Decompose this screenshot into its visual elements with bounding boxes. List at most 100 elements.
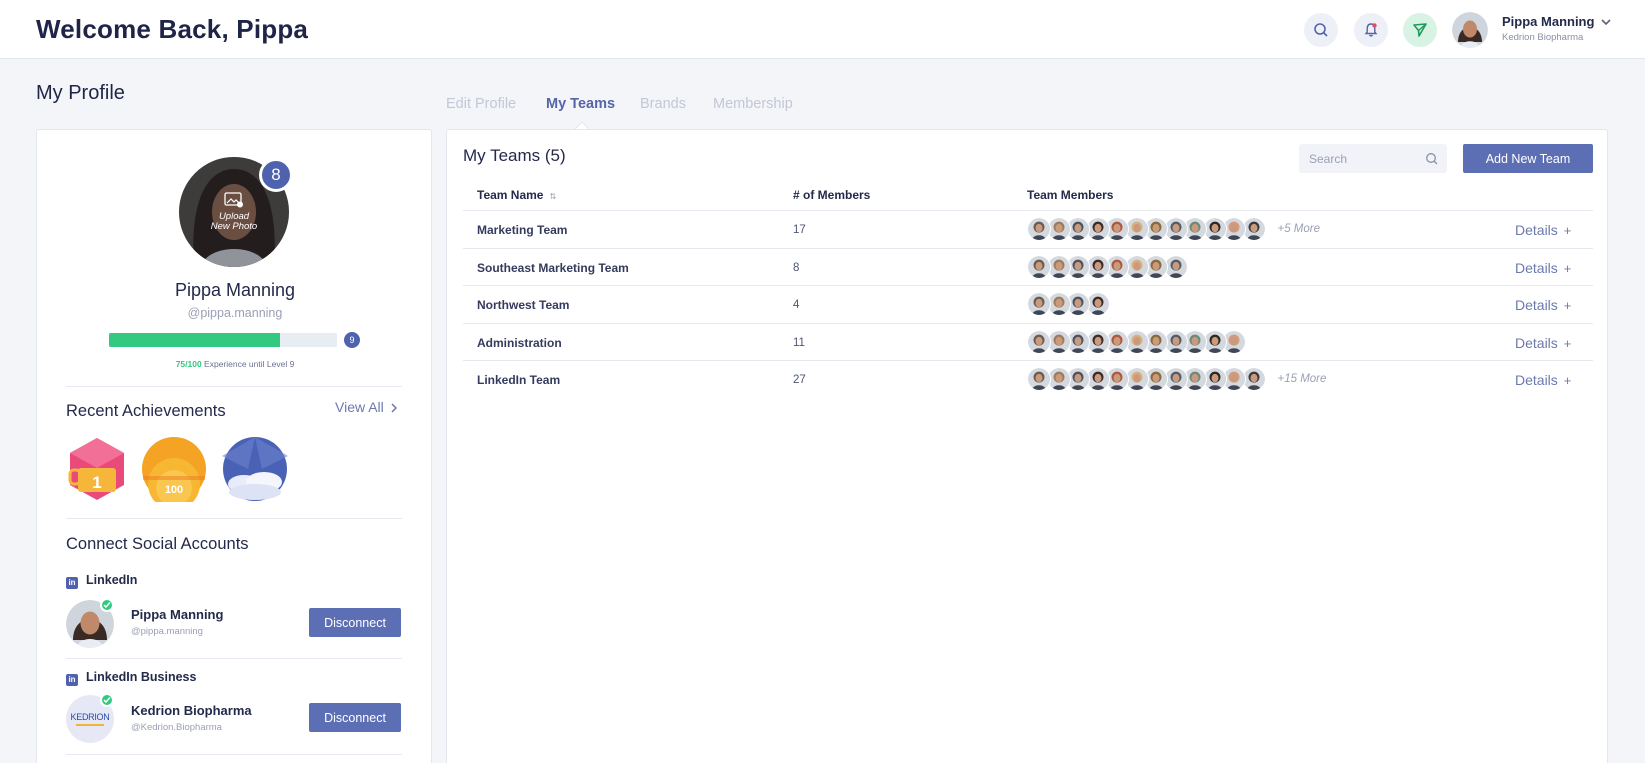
linkedin-icon: in (66, 577, 78, 589)
add-new-team-button[interactable]: Add New Team (1463, 144, 1593, 173)
member-count-cell: 11 (793, 336, 805, 349)
next-level-badge: 9 (344, 332, 360, 348)
team-search-input[interactable] (1309, 150, 1419, 168)
badge-1-text: 1 (92, 473, 101, 492)
linkedin-business-label: in LinkedIn Business (66, 670, 196, 686)
team-name-cell[interactable]: Southeast Marketing Team (477, 261, 629, 275)
more-members-link[interactable]: +5 More (1278, 223, 1321, 235)
team-name-header-text: Team Name (477, 188, 544, 202)
welcome-title: Welcome Back, Pippa (36, 14, 309, 44)
user-avatar[interactable] (1452, 12, 1488, 48)
linkedin-account-name: Pippa Manning (131, 607, 224, 622)
badge-2-text: 100 (165, 484, 183, 496)
send-icon (1413, 23, 1427, 37)
search-button[interactable] (1304, 13, 1338, 47)
kedrion-logo-text: KEDRION (70, 712, 110, 722)
column-header-team-name[interactable]: Team Name ⇅ (477, 188, 556, 202)
kedrion-logo-stripe (76, 724, 104, 726)
details-button[interactable]: Details + (1515, 297, 1571, 313)
profile-card: Upload New Photo 8 Pippa Manning @pippa.… (36, 129, 432, 763)
view-all-label: View All (335, 399, 384, 415)
linkedin-account-handle: @pippa.manning (131, 626, 203, 637)
bell-icon (1364, 23, 1378, 37)
linkedin-business-disconnect-button[interactable]: Disconnect (309, 703, 401, 732)
more-members-link[interactable]: +15 More (1278, 373, 1327, 385)
experience-suffix: Experience until Level 9 (201, 359, 295, 369)
table-row[interactable]: LinkedIn Team 27 +15 More Details + (463, 360, 1593, 397)
team-name-cell[interactable]: LinkedIn Team (477, 373, 560, 387)
linkedin-platform-text: LinkedIn (86, 573, 138, 587)
member-count-cell: 17 (793, 224, 806, 236)
view-all-achievements-link[interactable]: View All (335, 399, 398, 415)
send-button[interactable] (1403, 13, 1437, 47)
image-upload-icon (224, 192, 243, 208)
table-row[interactable]: Marketing Team 17 +5 More Details + (463, 210, 1593, 247)
my-teams-title: My Teams (5) (463, 146, 566, 165)
tab-brands[interactable]: Brands (640, 96, 686, 112)
my-teams-panel: My Teams (5) Add New Team Team Name ⇅ # o… (446, 129, 1608, 763)
linkedin-disconnect-button[interactable]: Disconnect (309, 608, 401, 637)
plus-icon: + (1563, 373, 1572, 388)
details-button[interactable]: Details + (1515, 260, 1571, 276)
page-title: My Profile (36, 82, 125, 104)
member-avatar[interactable] (1027, 254, 1051, 279)
linkedin-icon: in (66, 674, 78, 686)
upload-line-2: New Photo (210, 221, 258, 232)
member-avatar[interactable] (1027, 217, 1051, 241)
member-avatar[interactable] (1027, 292, 1051, 316)
chevron-down-icon[interactable] (1600, 16, 1612, 28)
active-tab-caret (575, 121, 589, 129)
table-row[interactable]: Southeast Marketing Team 8 Details + (463, 247, 1593, 285)
gold-trophy-hexagon-icon[interactable]: 1 (64, 436, 130, 502)
header-user-company: Kedrion Biopharma (1502, 32, 1584, 43)
member-avatar[interactable] (1027, 367, 1051, 391)
experience-progress-bar (109, 333, 337, 347)
divider (66, 386, 402, 387)
team-name-cell[interactable]: Administration (477, 336, 562, 350)
details-label: Details (1515, 222, 1558, 238)
profile-name: Pippa Manning (174, 280, 296, 300)
member-count-cell: 4 (793, 299, 800, 311)
divider (66, 518, 402, 519)
member-count-cell: 27 (793, 374, 806, 386)
linkedin-business-account-name: Kedrion Biopharma (131, 703, 252, 718)
social-accounts-title: Connect Social Accounts (66, 535, 249, 553)
header-user-name[interactable]: Pippa Manning (1502, 14, 1594, 29)
notifications-button[interactable] (1354, 13, 1388, 47)
column-header-team-members: Team Members (1027, 188, 1114, 202)
details-label: Details (1515, 259, 1558, 276)
linkedin-label: in LinkedIn (66, 573, 137, 589)
experience-text: 75/100 Experience until Level 9 (37, 359, 433, 369)
table-row[interactable]: Northwest Team 4 Details + (463, 285, 1593, 322)
table-row[interactable]: Administration 11 Details + (463, 322, 1593, 360)
cloud-sky-badge-icon[interactable] (222, 436, 288, 502)
plus-icon: + (1563, 260, 1572, 276)
details-label: Details (1515, 297, 1558, 313)
top-header: Welcome Back, Pippa Pippa Manning Kedrio… (0, 0, 1645, 59)
column-header-member-count: # of Members (793, 188, 871, 202)
search-icon[interactable] (1425, 152, 1438, 165)
achievements-title: Recent Achievements (66, 402, 226, 420)
plus-icon: + (1563, 223, 1572, 238)
orange-sun-100-icon[interactable]: 100 (141, 436, 207, 502)
details-button[interactable]: Details + (1515, 335, 1571, 351)
tab-membership[interactable]: Membership (713, 96, 793, 112)
chevron-right-icon (391, 403, 397, 413)
details-button[interactable]: Details + (1515, 222, 1571, 238)
team-name-cell[interactable]: Marketing Team (477, 223, 567, 237)
details-button[interactable]: Details + (1515, 372, 1571, 388)
search-icon (1314, 23, 1328, 37)
level-badge: 8 (259, 158, 293, 192)
details-label: Details (1515, 334, 1558, 351)
sort-icon[interactable]: ⇅ (549, 192, 556, 201)
connected-check-icon (100, 598, 114, 612)
linkedin-business-platform-text: LinkedIn Business (86, 670, 197, 684)
tab-my-teams[interactable]: My Teams (546, 96, 615, 112)
team-search[interactable] (1299, 144, 1447, 173)
divider (66, 658, 402, 659)
experience-value: 75/100 (175, 359, 202, 369)
tab-edit-profile[interactable]: Edit Profile (446, 96, 516, 112)
team-name-cell[interactable]: Northwest Team (477, 298, 569, 312)
member-avatar[interactable] (1027, 329, 1051, 354)
linkedin-business-account-handle: @Kedrion.Biopharma (131, 722, 222, 733)
